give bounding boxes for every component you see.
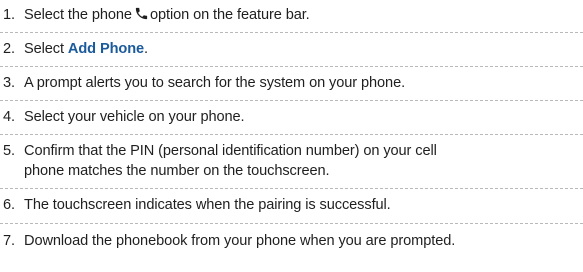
divider xyxy=(0,32,583,33)
step-number: 3. xyxy=(3,75,15,91)
step-number: 2. xyxy=(3,41,15,57)
divider xyxy=(0,134,583,135)
step-number: 5. xyxy=(3,143,15,159)
step-number: 1. xyxy=(3,7,15,23)
step-text: A prompt alerts you to search for the sy… xyxy=(24,75,406,91)
step-number: 6. xyxy=(3,197,15,213)
divider xyxy=(0,66,583,67)
add-phone-label: Add Phone xyxy=(67,41,145,57)
divider xyxy=(0,188,583,189)
step-text: The touchscreen indicates when the pairi… xyxy=(24,197,391,213)
phone-icon xyxy=(135,7,148,20)
step-text: Select the phone option on the feature ba… xyxy=(24,7,310,23)
step-number: 4. xyxy=(3,109,15,125)
step-number: 7. xyxy=(3,233,15,249)
step-text-line-2: phone matches the number on the touchscr… xyxy=(24,163,330,179)
divider xyxy=(0,100,583,101)
step-text: Select Add Phone. xyxy=(24,41,149,57)
divider xyxy=(0,223,583,224)
step-text: Download the phonebook from your phone w… xyxy=(24,233,456,249)
step-text-line-1: Confirm that the PIN (personal identific… xyxy=(24,143,437,159)
step-text: Select your vehicle on your phone. xyxy=(24,109,245,125)
